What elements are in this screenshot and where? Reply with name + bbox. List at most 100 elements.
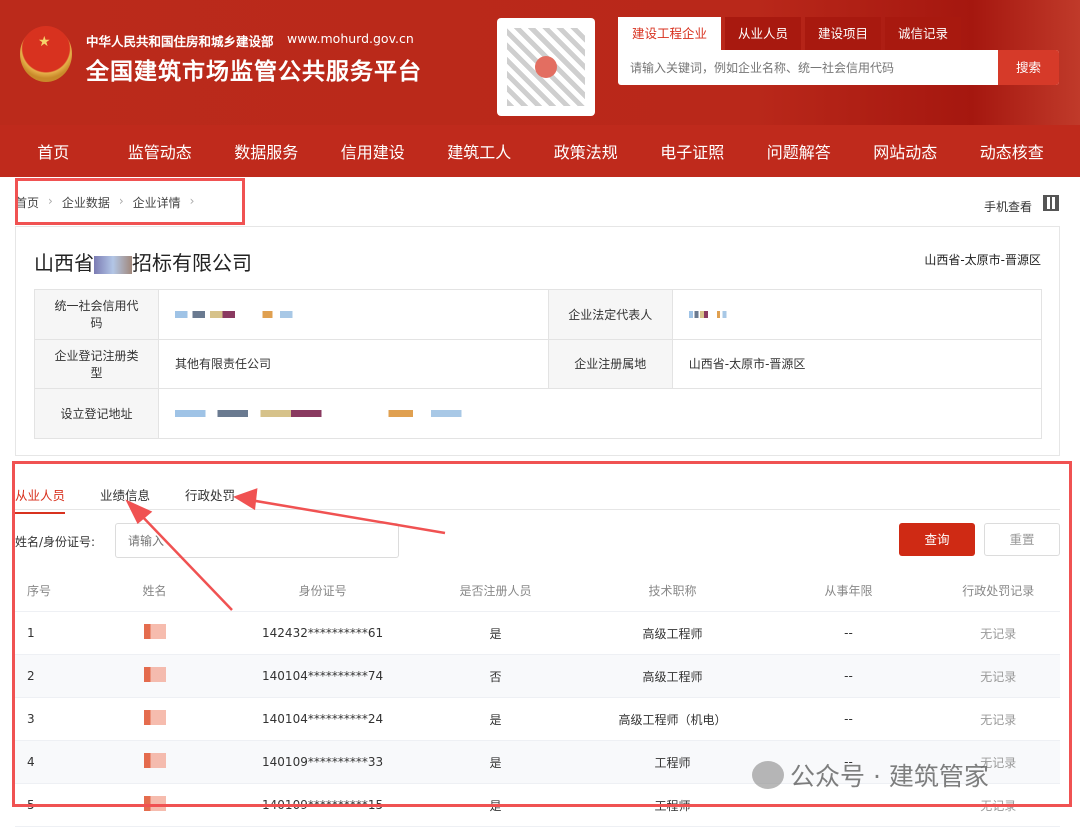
- qr-code-image: [497, 18, 595, 116]
- legal-rep-value: [672, 290, 1041, 340]
- site-title: 全国建筑市场监管公共服务平台: [86, 52, 422, 86]
- nav-faq[interactable]: 问题解答: [746, 139, 853, 163]
- col-header-name: 姓名: [71, 582, 239, 599]
- search-tab-projects[interactable]: 建设项目: [805, 17, 881, 50]
- row-title: 高级工程师: [585, 668, 761, 685]
- search-button[interactable]: 搜索: [998, 50, 1059, 85]
- company-info-card: 山西省 招标有限公司 山西省-太原市-晋源区 统一社会信用代码 企业法定代表人 企…: [15, 226, 1060, 456]
- nav-supervision[interactable]: 监管动态: [107, 139, 214, 163]
- qr-code-icon[interactable]: [1043, 195, 1059, 211]
- search-tab-enterprise[interactable]: 建设工程企业: [618, 17, 721, 50]
- name-id-search-input[interactable]: [115, 523, 399, 558]
- wechat-icon: [752, 761, 784, 789]
- search-tab-credit[interactable]: 诚信记录: [885, 17, 961, 50]
- breadcrumb-enterprise-data[interactable]: 企业数据: [62, 194, 110, 211]
- credit-code-value: [159, 290, 549, 340]
- table-header: 序号 姓名 身份证号 是否注册人员 技术职称 从事年限 行政处罚记录: [15, 569, 1060, 612]
- company-info-table: 统一社会信用代码 企业法定代表人 企业登记注册类型其他有限责任公司 企业注册属地…: [34, 289, 1042, 439]
- nav-home[interactable]: 首页: [0, 139, 107, 163]
- row-no: 3: [15, 712, 71, 726]
- company-name-suffix: 招标有限公司: [132, 251, 252, 275]
- ministry-name: 中华人民共和国住房和城乡建设部: [86, 31, 274, 50]
- row-registered: 否: [407, 668, 585, 685]
- redacted-text: [94, 256, 132, 274]
- row-years: --: [760, 669, 936, 683]
- row-no: 4: [15, 755, 71, 769]
- search-box: 搜索: [618, 50, 1059, 85]
- col-header-no: 序号: [15, 582, 71, 599]
- nav-verification[interactable]: 动态核查: [959, 139, 1066, 163]
- main-nav: 首页 监管动态 数据服务 信用建设 建筑工人 政策法规 电子证照 问题解答 网站…: [0, 125, 1080, 177]
- site-url[interactable]: www.mohurd.gov.cn: [287, 31, 414, 46]
- credit-code-label: 统一社会信用代码: [35, 290, 159, 340]
- row-penalty: 无记录: [936, 797, 1060, 814]
- redacted-text: [144, 667, 166, 682]
- row-id: 140109**********15: [239, 798, 407, 812]
- row-name: [71, 667, 239, 685]
- nav-policy[interactable]: 政策法规: [533, 139, 640, 163]
- row-no: 2: [15, 669, 71, 683]
- redacted-text: [689, 311, 729, 318]
- row-penalty: 无记录: [936, 711, 1060, 728]
- row-years: --: [760, 712, 936, 726]
- site-header: ★ 中华人民共和国住房和城乡建设部 www.mohurd.gov.cn 全国建筑…: [0, 0, 1080, 125]
- reg-type-label: 企业登记注册类型: [35, 339, 159, 389]
- nav-data[interactable]: 数据服务: [213, 139, 320, 163]
- filter-label: 姓名/身份证号:: [15, 533, 95, 550]
- row-registered: 是: [407, 711, 585, 728]
- redacted-text: [144, 753, 166, 768]
- nav-e-cert[interactable]: 电子证照: [639, 139, 746, 163]
- watermark: 公众号 · 建筑管家: [752, 757, 989, 793]
- row-title: 高级工程师: [585, 625, 761, 642]
- row-title: 高级工程师（机电）: [585, 711, 761, 728]
- row-name: [71, 710, 239, 728]
- search-tab-personnel[interactable]: 从业人员: [725, 17, 801, 50]
- breadcrumb-home[interactable]: 首页: [15, 194, 39, 211]
- search-input[interactable]: [618, 50, 998, 85]
- table-row[interactable]: 2 140104**********74 否 高级工程师 -- 无记录: [15, 655, 1060, 698]
- reg-place-label: 企业注册属地: [548, 339, 672, 389]
- nav-site-news[interactable]: 网站动态: [852, 139, 959, 163]
- national-emblem-logo: ★: [20, 26, 72, 82]
- breadcrumb: 首页› 企业数据› 企业详情›: [15, 194, 194, 211]
- watermark-text: 公众号 · 建筑管家: [790, 757, 989, 793]
- company-name-prefix: 山西省: [34, 251, 94, 275]
- redacted-text: [144, 796, 166, 811]
- table-row[interactable]: 3 140104**********24 是 高级工程师（机电） -- 无记录: [15, 698, 1060, 741]
- row-id: 142432**********61: [239, 626, 407, 640]
- row-name: [71, 796, 239, 814]
- col-header-id: 身份证号: [239, 582, 407, 599]
- row-no: 5: [15, 798, 71, 812]
- row-id: 140104**********74: [239, 669, 407, 683]
- company-location: 山西省-太原市-晋源区: [924, 251, 1041, 268]
- reg-place-value: 山西省-太原市-晋源区: [672, 339, 1041, 389]
- table-row[interactable]: 1 142432**********61 是 高级工程师 -- 无记录: [15, 612, 1060, 655]
- col-header-title: 技术职称: [585, 582, 761, 599]
- mobile-view-link[interactable]: 手机查看: [984, 198, 1032, 215]
- row-id: 140104**********24: [239, 712, 407, 726]
- reg-type-value: 其他有限责任公司: [159, 339, 549, 389]
- legal-rep-label: 企业法定代表人: [548, 290, 672, 340]
- row-years: --: [760, 798, 936, 812]
- query-button[interactable]: 查询: [899, 523, 975, 556]
- col-header-penalty: 行政处罚记录: [936, 582, 1060, 599]
- tabs-divider: [15, 509, 1060, 510]
- chevron-right-icon: ›: [190, 194, 195, 211]
- address-value: [159, 389, 1042, 439]
- row-penalty: 无记录: [936, 625, 1060, 642]
- redacted-text: [144, 710, 166, 725]
- address-label: 设立登记地址: [35, 389, 159, 439]
- col-header-years: 从事年限: [760, 582, 936, 599]
- row-registered: 是: [407, 625, 585, 642]
- row-registered: 是: [407, 797, 585, 814]
- row-no: 1: [15, 626, 71, 640]
- nav-workers[interactable]: 建筑工人: [426, 139, 533, 163]
- nav-credit[interactable]: 信用建设: [320, 139, 427, 163]
- search-category-tabs: 建设工程企业 从业人员 建设项目 诚信记录: [618, 17, 965, 50]
- redacted-text: [144, 624, 166, 639]
- reset-button[interactable]: 重置: [984, 523, 1060, 556]
- chevron-right-icon: ›: [48, 194, 53, 211]
- redacted-text: [175, 410, 480, 417]
- row-title: 工程师: [585, 754, 761, 771]
- col-header-registered: 是否注册人员: [407, 582, 585, 599]
